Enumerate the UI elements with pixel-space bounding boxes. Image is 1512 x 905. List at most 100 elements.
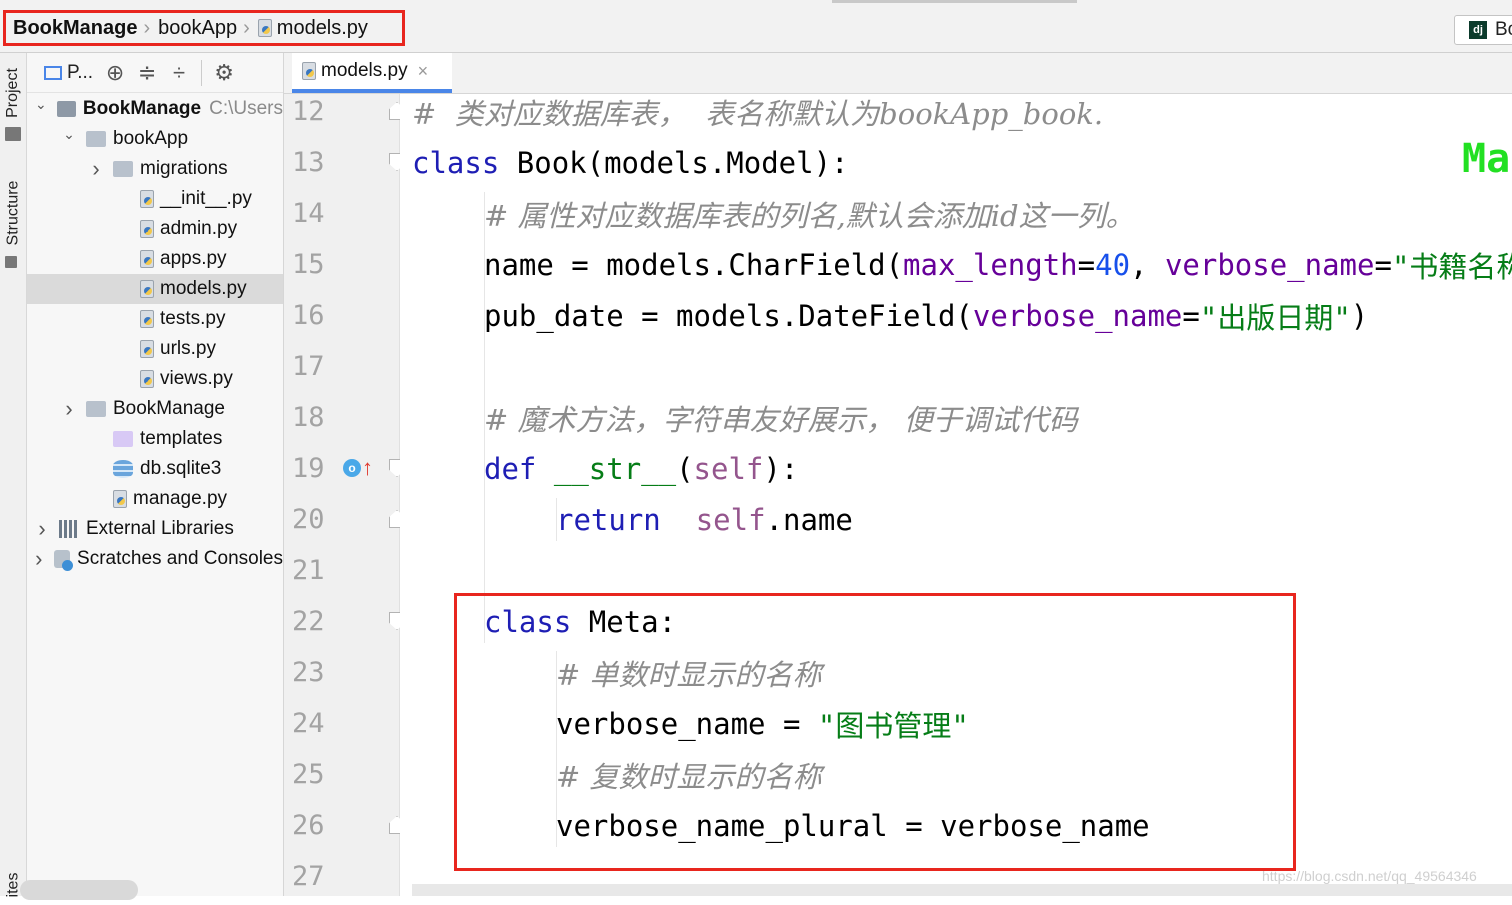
python-file-icon: [140, 310, 154, 328]
tree-item-label: migrations: [140, 158, 228, 179]
scratch-icon: [54, 550, 73, 571]
line-number: 21: [292, 555, 325, 586]
line-number: 12: [292, 96, 325, 127]
tree-item-label: External Libraries: [86, 518, 234, 539]
window-grip: [832, 0, 1077, 3]
tree-item-path: C:\Users: [209, 98, 284, 119]
tree-item-label: bookApp: [113, 128, 189, 149]
breadcrumb: BookManage › bookApp › models.py: [3, 10, 405, 46]
code-token: "出版日期": [1199, 300, 1351, 335]
tree-item[interactable]: views.py: [27, 364, 283, 394]
tab-label: models.py: [321, 60, 408, 81]
tree-item[interactable]: apps.py: [27, 244, 283, 274]
expand-all-icon[interactable]: ≑: [131, 58, 163, 88]
chevron-right-icon[interactable]: ›: [89, 156, 103, 182]
tree-item[interactable]: › migrations: [27, 154, 283, 184]
tree-item[interactable]: manage.py: [27, 484, 283, 514]
tree-item[interactable]: ⌄ bookApp: [27, 124, 283, 154]
line-number: 25: [292, 759, 325, 790]
tree-item[interactable]: db.sqlite3: [27, 454, 283, 484]
code-token: # 魔术方法，字符串友好展示， 便于调试代码: [484, 402, 1078, 437]
tab-structure-label: Structure: [4, 180, 22, 246]
tool-window-strip: Project Structure ites: [0, 53, 27, 897]
folder-icon: [57, 101, 76, 117]
tree-item[interactable]: tests.py: [27, 304, 283, 334]
watermark: https://blog.csdn.net/qq_49564346: [1262, 868, 1477, 884]
tab-structure[interactable]: Structure: [0, 173, 26, 253]
locate-file-icon[interactable]: ⊕: [99, 58, 131, 88]
tree-item[interactable]: __init__.py: [27, 184, 283, 214]
project-view-selector[interactable]: P...: [67, 62, 93, 84]
tree-item[interactable]: templates: [27, 424, 283, 454]
tab-project[interactable]: Project: [0, 63, 26, 123]
tree-item-label: templates: [140, 428, 223, 449]
collapse-all-icon[interactable]: ÷: [163, 58, 195, 88]
code-line: name = models.CharField(max_length = 40, v…: [484, 239, 1512, 290]
indent-guide: [556, 498, 557, 541]
chevron-right-icon: ›: [143, 16, 151, 39]
tree-item[interactable]: models.py: [27, 274, 283, 304]
tree-item[interactable]: admin.py: [27, 214, 283, 244]
line-number: 22: [292, 606, 325, 637]
python-file-icon: [140, 280, 154, 298]
run-configuration-label: Bo: [1495, 19, 1512, 40]
template-folder-icon: [113, 431, 133, 447]
structure-icon: [5, 256, 17, 268]
line-number: 13: [292, 147, 325, 178]
override-method-marker[interactable]: o ↑: [343, 455, 373, 481]
tree-item[interactable]: › BookManage: [27, 394, 283, 424]
breadcrumb-project[interactable]: BookManage: [13, 17, 137, 40]
python-file-icon: [140, 370, 154, 388]
code-token: ,: [1130, 247, 1165, 282]
highlight-box: [454, 593, 1296, 871]
tree-item-label: __init__.py: [160, 188, 252, 209]
breadcrumb-file[interactable]: models.py: [257, 17, 368, 40]
chevron-right-icon[interactable]: ›: [62, 396, 76, 422]
chevron-right-icon[interactable]: ›: [35, 516, 49, 542]
code-token: name = models.CharField(: [484, 247, 904, 282]
line-number: 19: [292, 453, 325, 484]
code-line: def __str__(self):: [484, 443, 798, 494]
code-token: class: [412, 145, 500, 180]
chevron-down-icon[interactable]: ⌄: [34, 96, 47, 113]
line-number: 17: [292, 351, 325, 382]
indent-guide: [484, 192, 485, 643]
run-configuration-selector[interactable]: dj Bo: [1454, 15, 1512, 45]
code-line: class Book(models.Model):: [412, 137, 849, 188]
overlay-marker-text: Ma: [1462, 136, 1511, 182]
code-line: # 属性对应数据库表的列名,默认会添加id这一列。: [484, 188, 1135, 239]
code-token: =: [1077, 247, 1096, 282]
gear-icon[interactable]: ⚙: [208, 58, 240, 88]
horizontal-scrollbar[interactable]: [412, 884, 1512, 896]
tab-models-py[interactable]: models.py ×: [292, 53, 452, 93]
project-view-icon[interactable]: [39, 58, 67, 88]
chevron-down-icon[interactable]: ⌄: [62, 126, 76, 143]
line-number: 20: [292, 504, 325, 535]
tree-item-label: BookManage: [113, 398, 225, 419]
breadcrumb-app[interactable]: bookApp: [158, 17, 237, 40]
code-token: return: [556, 502, 661, 537]
code-token: verbose_name: [1164, 247, 1375, 282]
code-token: # 属性对应数据库表的列名,默认会添加id这一列。: [484, 198, 1135, 233]
code-token: self: [693, 451, 764, 486]
tree-item[interactable]: › External Libraries: [27, 514, 283, 544]
tree-item[interactable]: ⌄ BookManage C:\Users: [27, 94, 283, 124]
close-icon[interactable]: ×: [418, 61, 429, 82]
python-file-icon: [257, 19, 272, 37]
tree-item-label: admin.py: [160, 218, 238, 239]
code-token: pub_date = models.DateField(: [484, 298, 973, 333]
chevron-right-icon: ›: [243, 16, 250, 39]
override-icon: o: [343, 459, 361, 477]
line-number: 26: [292, 810, 325, 841]
chevron-right-icon[interactable]: ›: [33, 546, 44, 572]
tree-item[interactable]: urls.py: [27, 334, 283, 364]
code-line: # 魔术方法，字符串友好展示， 便于调试代码: [484, 392, 1078, 443]
bottom-toolbar-button[interactable]: [20, 880, 138, 900]
python-file-icon: [140, 250, 154, 268]
line-number: 23: [292, 657, 325, 688]
line-number: 14: [292, 198, 325, 229]
tree-item[interactable]: › Scratches and Consoles: [27, 544, 283, 574]
tree-item-label: tests.py: [160, 308, 226, 329]
